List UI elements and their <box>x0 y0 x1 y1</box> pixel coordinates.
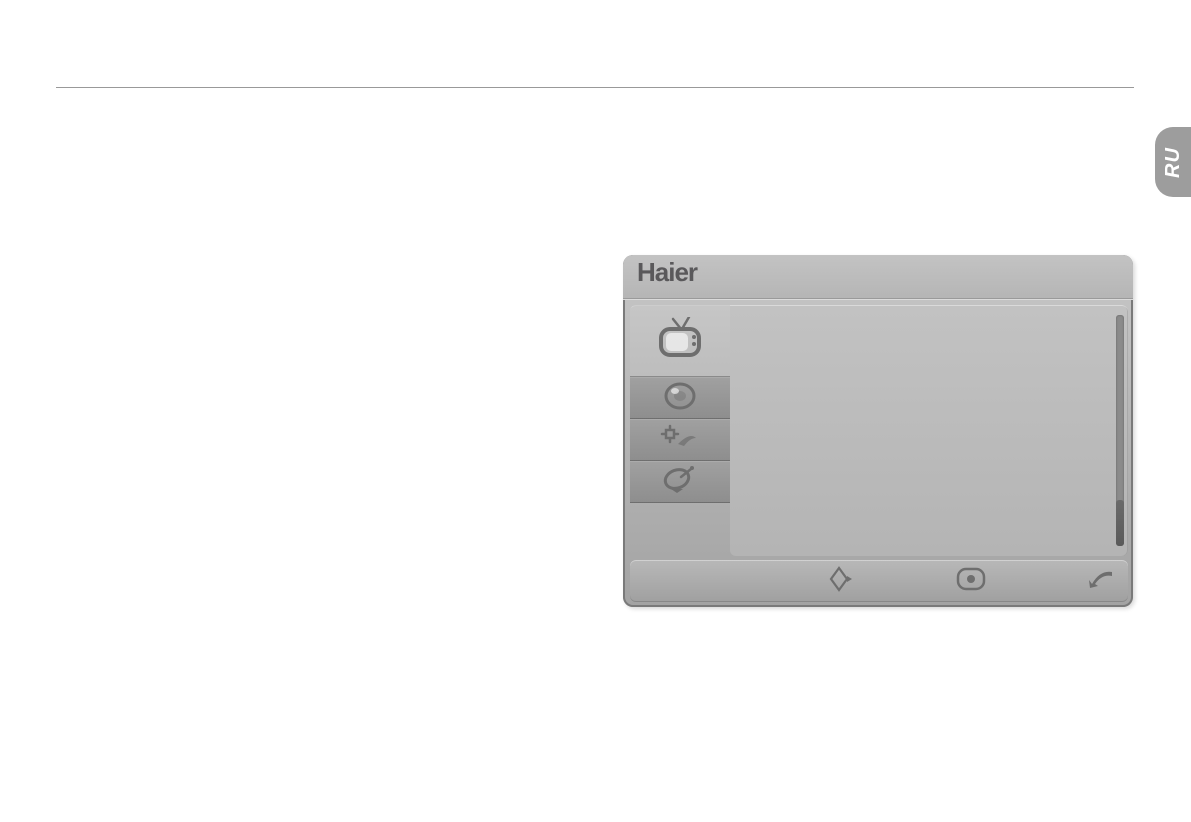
osd-sidebar <box>630 305 730 556</box>
top-divider <box>56 87 1134 88</box>
back-arrow-icon <box>1086 568 1116 595</box>
scrollbar-thumb[interactable] <box>1116 500 1124 546</box>
osd-title: Haier <box>623 255 1133 300</box>
sidebar-item-sound[interactable] <box>630 377 730 419</box>
content-scrollbar[interactable] <box>1116 315 1124 546</box>
ok-button-icon <box>956 567 986 596</box>
sidebar-item-channel[interactable] <box>630 461 730 503</box>
language-tab: RU <box>1155 127 1191 197</box>
osd-menu: Haier <box>623 255 1133 607</box>
language-code: RU <box>1161 147 1184 178</box>
osd-footer <box>630 560 1128 602</box>
nav-diamond-icon <box>822 565 856 598</box>
osd-body: ► ► ► <box>630 305 1128 556</box>
sidebar-item-settings[interactable] <box>630 419 730 461</box>
settings-wrench-icon <box>660 424 700 457</box>
satellite-icon <box>661 465 699 500</box>
speaker-icon <box>663 381 697 416</box>
sidebar-item-picture[interactable] <box>630 305 730 377</box>
osd-content-panel: ► ► ► <box>730 305 1128 556</box>
tv-icon <box>655 317 705 366</box>
